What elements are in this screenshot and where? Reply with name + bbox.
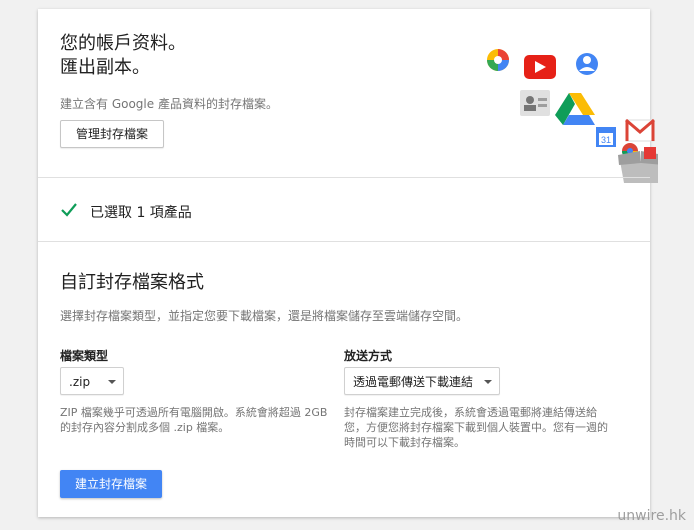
file-type-select[interactable]: .zip [60, 367, 124, 395]
picasa-icon [487, 49, 509, 71]
check-icon [61, 203, 77, 217]
section-divider [38, 241, 650, 242]
selected-products-summary[interactable]: 已選取 1 項產品 [90, 202, 192, 222]
hero-description: 建立含有 Google 產品資料的封存檔案。 [60, 97, 278, 111]
youtube-icon [524, 55, 556, 79]
hero-title-line2: 匯出副本。 [60, 57, 150, 78]
calendar-icon: 31 [596, 127, 616, 147]
google-products-illustration: 31 [478, 43, 664, 183]
takeout-card: 您的帳戶资料。 匯出副本。 建立含有 Google 產品資料的封存檔案。 管理封… [38, 9, 664, 517]
format-section-description: 選擇封存檔案類型，並指定您要下載檔案，還是將檔案儲存至雲端儲存空間。 [60, 309, 469, 323]
contacts-icon [520, 90, 550, 116]
format-section-title: 自訂封存檔案格式 [60, 272, 204, 293]
drive-icon [555, 93, 595, 125]
file-type-help: ZIP 檔案幾乎可透過所有電腦開啟。系統會將超過 2GB 的封存內容分割成多個 … [60, 406, 328, 434]
delivery-method-value: 透過電郵傳送下載連結 [353, 375, 474, 389]
svg-text:31: 31 [601, 135, 611, 145]
file-type-value: .zip [69, 375, 91, 389]
watermark: unwire.hk [617, 508, 686, 524]
hero-title-line1: 您的帳戶资料。 [60, 33, 186, 54]
profile-icon [576, 53, 598, 75]
gmail-icon [625, 118, 655, 142]
section-divider [38, 177, 650, 178]
delivery-method-label: 放送方式 [344, 349, 393, 363]
delivery-method-select[interactable]: 透過電郵傳送下載連結 [344, 367, 500, 395]
file-type-label: 檔案類型 [60, 349, 109, 363]
chevron-down-icon [108, 380, 116, 384]
create-archive-button[interactable]: 建立封存檔案 [60, 470, 162, 498]
delivery-method-help: 封存檔案建立完成後，系統會透過電郵將連結傳送給您，方便您將封存檔案下載到個人裝置… [344, 406, 608, 449]
chevron-down-icon [484, 380, 492, 384]
manage-archives-button[interactable]: 管理封存檔案 [60, 120, 164, 148]
hero-title: 您的帳戶资料。 匯出副本。 [60, 32, 186, 80]
